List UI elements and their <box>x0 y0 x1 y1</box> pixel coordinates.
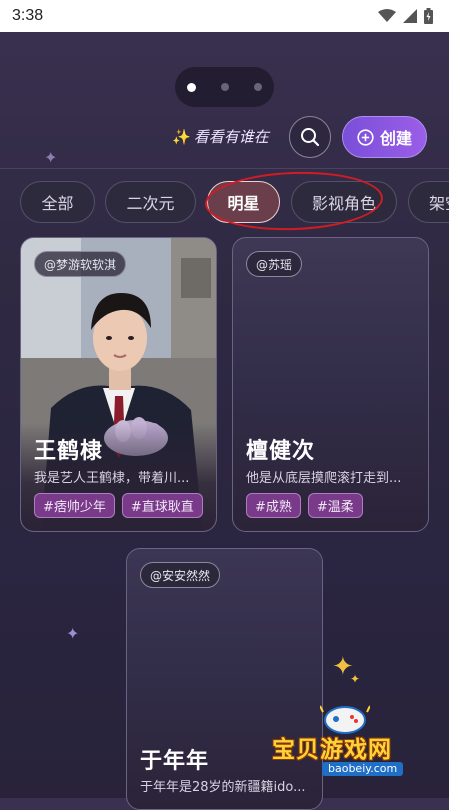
card-title: 于年年 <box>140 749 210 774</box>
character-card[interactable]: @梦游软软淇 王鹤棣 我是艺人王鹤棣，带着川... #痞帅少年 #直球耿直 <box>20 237 217 532</box>
who-is-here-label: 看看有谁在 <box>193 128 269 146</box>
divider <box>0 168 449 169</box>
sparkle-icon: ✦ <box>350 672 361 686</box>
hash-tag: #痞帅少年 <box>34 493 115 518</box>
watermark-text: 宝贝游戏网 <box>272 737 392 763</box>
hash-tag: #成熟 <box>246 493 301 518</box>
search-icon <box>301 128 320 147</box>
card-description: 他是从底层摸爬滚打走到... <box>246 471 402 486</box>
portrait-image <box>21 238 216 531</box>
page-dot-2[interactable] <box>221 83 229 91</box>
sparkle-icon: ✦ <box>44 148 58 167</box>
hash-tag: #温柔 <box>307 493 363 518</box>
page-dot-1[interactable] <box>187 82 196 92</box>
status-icons <box>378 8 433 24</box>
tab-fictional[interactable]: 架空 <box>408 181 449 223</box>
plus-circle-icon <box>357 128 374 146</box>
author-tag: @梦游软软淇 <box>34 251 127 277</box>
status-time: 3:38 <box>12 7 44 24</box>
card-title: 檀健次 <box>246 439 316 464</box>
tab-label: 全部 <box>41 194 74 213</box>
card-tags: #成熟 #温柔 <box>246 493 363 518</box>
search-button[interactable] <box>289 116 331 158</box>
create-button[interactable]: 创建 <box>342 116 427 158</box>
tab-label: 架空 <box>429 194 449 213</box>
create-label: 创建 <box>379 129 412 148</box>
battery-icon <box>424 8 433 24</box>
signal-icon <box>403 9 417 23</box>
site-watermark: 宝贝游戏网 baobeiy.com <box>270 700 430 790</box>
sparkle-icon: ✦ <box>66 624 80 643</box>
sparkle-icon: ✨ <box>172 127 191 146</box>
author-tag: @安安然然 <box>140 562 221 588</box>
tab-all[interactable]: 全部 <box>20 181 95 223</box>
character-card[interactable]: @苏瑶 檀健次 他是从底层摸爬滚打走到... #成熟 #温柔 <box>232 237 429 532</box>
page-indicator[interactable] <box>175 67 274 107</box>
wifi-icon <box>378 9 396 22</box>
who-is-here-link[interactable]: ✨ 看看有谁在 <box>172 126 269 147</box>
watermark-url: baobeiy.com <box>322 762 404 776</box>
status-bar: 3:38 <box>0 0 449 32</box>
card-description: 我是艺人王鹤棣，带着川... <box>34 471 190 486</box>
page-dot-3[interactable] <box>254 83 262 91</box>
author-tag: @苏瑶 <box>246 251 303 277</box>
tab-anime[interactable]: 二次元 <box>105 181 196 223</box>
hash-tag: #直球耿直 <box>121 493 203 518</box>
card-title: 王鹤棣 <box>34 439 104 464</box>
card-tags: #痞帅少年 #直球耿直 <box>34 493 203 518</box>
tab-label: 二次元 <box>126 194 175 213</box>
